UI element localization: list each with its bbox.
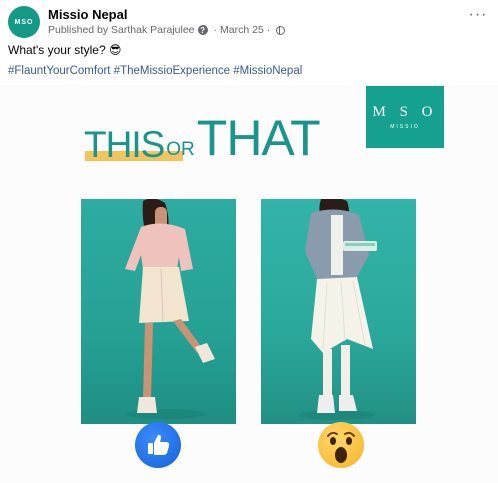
model-illustration-left (125, 199, 215, 419)
outfit-photo-right (261, 199, 416, 424)
missio-logo: M S O MISSIO (366, 86, 444, 148)
hashtag-link[interactable]: #MissioNepal (233, 65, 302, 77)
hashtag-list: #FlauntYourComfort #TheMissioExperience … (8, 65, 302, 77)
question-icon[interactable]: ? (197, 25, 208, 35)
wow-icon (327, 431, 355, 463)
title-that: THAT (196, 110, 321, 166)
post-meta: Published by Sarthak Parajulee ? · March… (48, 24, 286, 36)
wow-reaction (318, 422, 364, 468)
hashtag-link[interactable]: #TheMissioExperience (114, 65, 230, 77)
model-illustration-right (299, 199, 377, 420)
page-name-link[interactable]: Missio Nepal (48, 7, 127, 22)
title-or: OR (166, 139, 195, 160)
title-this: THIS (84, 124, 165, 165)
logo-mark: M S O (372, 104, 438, 120)
post-header: MSO Missio Nepal Published by Sarthak Pa… (8, 6, 490, 40)
this-or-that-title: THIS OR THAT (84, 110, 321, 166)
outfit-photo-left (81, 199, 236, 424)
avatar-logo-text: MSO (14, 18, 34, 26)
globe-icon (276, 25, 286, 35)
published-by-text[interactable]: Published by Sarthak Parajulee (48, 24, 195, 36)
post-date[interactable]: March 25 (220, 24, 264, 36)
logo-subtext: MISSIO (390, 124, 420, 130)
like-reaction (135, 422, 181, 468)
page-avatar[interactable]: MSO (8, 6, 40, 38)
separator-dot: · (213, 24, 218, 36)
more-options-button[interactable]: ··· (466, 7, 490, 26)
hashtag-link[interactable]: #FlauntYourComfort (8, 65, 111, 77)
separator-dot: · (266, 24, 271, 36)
post-caption: What's your style? 😎 (8, 43, 122, 57)
like-icon (148, 434, 170, 455)
facebook-post: MSO Missio Nepal Published by Sarthak Pa… (0, 0, 498, 483)
